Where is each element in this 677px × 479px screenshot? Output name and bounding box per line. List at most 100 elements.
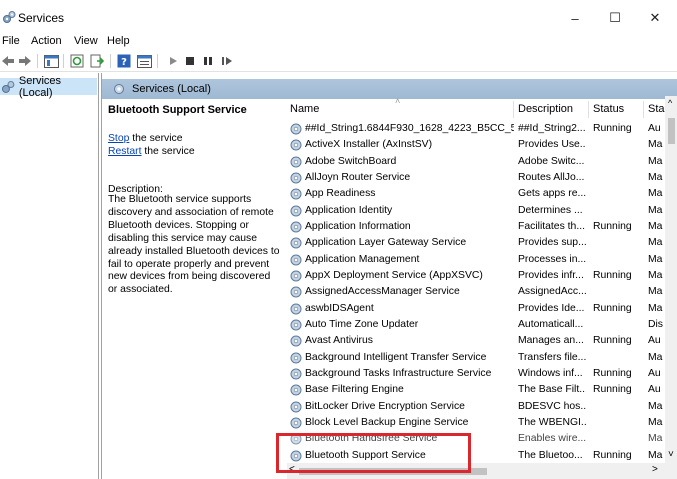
toolbar-separator	[63, 54, 64, 68]
toolbar-separator	[110, 54, 111, 68]
scroll-down-arrow-icon[interactable]: ˅	[668, 449, 674, 460]
restart-service-link[interactable]: Restart	[108, 146, 142, 157]
export-list-icon[interactable]	[89, 53, 105, 69]
service-gear-icon	[290, 156, 302, 168]
service-description: Routes AllJo...	[518, 172, 585, 183]
service-gear-icon	[290, 303, 302, 315]
stop-line: Stop the service	[108, 133, 183, 144]
service-gear-icon	[290, 319, 302, 331]
service-startup-type: Ma	[648, 286, 663, 297]
service-startup-type: Dis	[648, 319, 664, 330]
properties-icon[interactable]	[136, 53, 152, 69]
column-header-name[interactable]: Name	[290, 103, 319, 115]
stop-service-link[interactable]: Stop	[108, 133, 129, 144]
vertical-scroll-thumb[interactable]	[668, 118, 675, 144]
restart-service-icon[interactable]	[219, 53, 235, 69]
service-row[interactable]: AppX Deployment Service (AppXSVC) Provide…	[287, 268, 667, 284]
service-row[interactable]: Block Level Backup Engine Service The WBE…	[287, 415, 667, 431]
vertical-scrollbar[interactable]: ^ ˅	[665, 96, 677, 479]
service-startup-type: Ma	[648, 303, 663, 314]
tree-item-services-local[interactable]: Services (Local)	[0, 75, 97, 99]
scroll-right-arrow-icon[interactable]: >	[652, 464, 658, 475]
column-header-status[interactable]: Status	[593, 103, 624, 115]
menu-help[interactable]: Help	[107, 35, 130, 47]
menu-action[interactable]: Action	[31, 35, 62, 47]
service-gear-icon	[290, 417, 302, 429]
back-arrow-icon[interactable]	[0, 53, 16, 69]
description-line: or associated.	[108, 284, 173, 296]
forward-arrow-icon[interactable]	[17, 53, 33, 69]
stop-service-icon[interactable]	[182, 53, 198, 69]
service-description: Enables wire...	[518, 433, 586, 444]
service-row[interactable]: Avast Antivirus Manages an... Running Au	[287, 333, 667, 349]
column-header-startup-type[interactable]: Sta	[648, 103, 665, 115]
service-gear-icon	[290, 123, 302, 135]
service-startup-type: Ma	[648, 270, 663, 281]
service-row[interactable]: Application Identity Determines ... Ma	[287, 203, 667, 219]
service-row[interactable]: BitLocker Drive Encryption Service BDESVC…	[287, 399, 667, 415]
service-gear-icon	[290, 139, 302, 151]
service-row[interactable]: App Readiness Gets apps re... Ma	[287, 186, 667, 202]
toolbar-separator	[37, 54, 38, 68]
scroll-up-arrow-icon[interactable]: ^	[668, 98, 672, 108]
service-status: Running	[593, 368, 632, 379]
service-description: BDESVC hos...	[518, 401, 586, 412]
description-line: disabling this service may cause	[108, 232, 258, 244]
service-row[interactable]: Auto Time Zone Updater Automaticall... Dis	[287, 317, 667, 333]
service-row[interactable]: Application Layer Gateway Service Provide…	[287, 235, 667, 251]
service-row[interactable]: ##Id_String1.6844F930_1628_4223_B5CC_5BB…	[287, 121, 667, 137]
service-name: ##Id_String1.6844F930_1628_4223_B5CC_5BB…	[305, 123, 514, 134]
service-gear-icon	[290, 188, 302, 200]
service-description: Automaticall...	[518, 319, 584, 330]
service-startup-type: Ma	[648, 352, 663, 363]
service-row[interactable]: Application Information Facilitates th...…	[287, 219, 667, 235]
service-name: AllJoyn Router Service	[305, 172, 411, 183]
service-name: ActiveX Installer (AxInstSV)	[305, 139, 433, 150]
service-startup-type: Au	[648, 123, 661, 134]
description-text: The Bluetooth service supports discovery…	[108, 194, 280, 297]
service-description: Provides infr...	[518, 270, 584, 281]
service-description: Windows inf...	[518, 368, 583, 379]
service-row[interactable]: aswbIDSAgent Provides Ide... Running Ma	[287, 301, 667, 317]
menu-bar: File Action View Help	[0, 34, 677, 50]
service-name: BitLocker Drive Encryption Service	[305, 401, 465, 412]
description-line: already installed Bluetooth devices to	[108, 245, 280, 257]
service-startup-type: Ma	[648, 156, 663, 167]
pause-service-icon[interactable]	[200, 53, 216, 69]
toolbar-separator	[157, 54, 158, 68]
service-name: Adobe SwitchBoard	[305, 156, 397, 167]
column-header-description[interactable]: Description	[518, 103, 573, 115]
menu-view[interactable]: View	[74, 35, 98, 47]
column-separator	[588, 101, 589, 118]
service-startup-type: Ma	[648, 205, 663, 216]
service-gear-icon	[290, 368, 302, 380]
service-row[interactable]: Base Filtering Engine The Base Filt... Run…	[287, 382, 667, 398]
service-description: Gets apps re...	[518, 188, 586, 199]
service-startup-type: Au	[648, 368, 661, 379]
service-description: Provides Use...	[518, 139, 586, 150]
toolbar: ?	[0, 50, 677, 72]
service-name: Application Management	[305, 254, 420, 265]
start-service-icon[interactable]	[165, 53, 181, 69]
close-button[interactable]: ✕	[632, 5, 677, 31]
service-status: Running	[593, 270, 632, 281]
service-row[interactable]: Background Intelligent Transfer Service T…	[287, 350, 667, 366]
show-hide-console-tree-icon[interactable]	[43, 53, 59, 69]
service-gear-icon	[290, 172, 302, 184]
service-description: Provides sup...	[518, 237, 586, 248]
service-row[interactable]: Adobe SwitchBoard Adobe Switc... Ma	[287, 154, 667, 170]
menu-file[interactable]: File	[2, 35, 20, 47]
service-name: Block Level Backup Engine Service	[305, 417, 469, 428]
service-row[interactable]: Application Management Processes in... Ma	[287, 252, 667, 268]
highlight-box	[276, 433, 471, 473]
service-row[interactable]: AllJoyn Router Service Routes AllJo... Ma	[287, 170, 667, 186]
help-icon[interactable]: ?	[116, 53, 132, 69]
service-row[interactable]: ActiveX Installer (AxInstSV) Provides Use…	[287, 137, 667, 153]
description-line: discovery and association of remote	[108, 206, 274, 218]
refresh-icon[interactable]	[69, 53, 85, 69]
description-line: Bluetooth devices. Stopping or	[108, 219, 249, 231]
service-startup-type: Ma	[648, 450, 663, 461]
service-row[interactable]: Background Tasks Infrastructure Service W…	[287, 366, 667, 382]
service-row[interactable]: AssignedAccessManager Service AssignedAcc…	[287, 284, 667, 300]
service-name: AppX Deployment Service (AppXSVC)	[305, 270, 483, 281]
